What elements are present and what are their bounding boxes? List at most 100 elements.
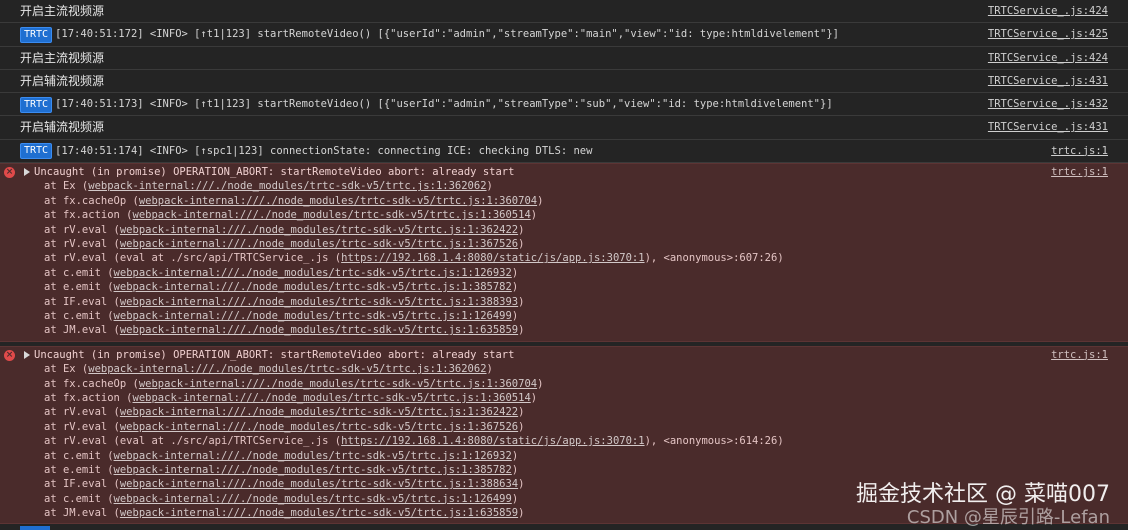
stack-frame: at fx.action (webpack-internal:///./node… bbox=[34, 208, 1108, 222]
stack-frame-link[interactable]: webpack-internal:///./node_modules/trtc-… bbox=[114, 464, 512, 476]
console-log-row: TRTC [17:40:51:173] <INFO> [↑t1|123] star… bbox=[0, 93, 1128, 117]
stack-frame-suffix: ) bbox=[518, 238, 525, 251]
error-block: × Uncaught (in promise) OPERATION_ABORT: … bbox=[0, 163, 1128, 342]
stack-frame-link[interactable]: webpack-internal:///./node_modules/trtc-… bbox=[120, 421, 518, 433]
source-link[interactable]: trtc.js:1 bbox=[1051, 140, 1108, 163]
stack-frame-link[interactable]: webpack-internal:///./node_modules/trtc-… bbox=[88, 180, 486, 192]
trtc-badge: TRTC bbox=[20, 26, 53, 43]
error-icon: × bbox=[4, 349, 15, 361]
stack-frame-caller: at c.emit ( bbox=[44, 266, 114, 279]
stack-frame: at rV.eval (webpack-internal:///./node_m… bbox=[34, 237, 1108, 251]
log-message: [17:40:51:173] <INFO> [↑t1|123] startRem… bbox=[55, 98, 833, 111]
stack-frame-suffix: ) bbox=[518, 406, 525, 419]
stack-frame-link[interactable]: webpack-internal:///./node_modules/trtc-… bbox=[133, 392, 531, 404]
stack-frame-suffix: ) bbox=[486, 363, 493, 376]
stack-frame-link[interactable]: webpack-internal:///./node_modules/trtc-… bbox=[120, 406, 518, 418]
log-message: 开启主流视频源 bbox=[20, 50, 105, 65]
stack-frame-link[interactable]: webpack-internal:///./node_modules/trtc-… bbox=[120, 238, 518, 250]
stack-frame-caller: at JM.eval ( bbox=[44, 324, 120, 337]
source-link[interactable]: TRTCService_.js:431 bbox=[988, 70, 1108, 93]
stack-frame: at rV.eval (webpack-internal:///./node_m… bbox=[34, 223, 1108, 237]
stack-frame-caller: at rV.eval (eval at ./src/api/TRTCServic… bbox=[44, 252, 342, 265]
console-log-row: 开启辅流视频源 TRTCService_.js:431 bbox=[0, 70, 1128, 94]
source-link[interactable]: trtc.js:1 bbox=[1051, 165, 1108, 179]
stack-frame: at IF.eval (webpack-internal:///./node_m… bbox=[34, 295, 1108, 309]
stack-frame-caller: at Ex ( bbox=[44, 180, 89, 193]
stack-frame-suffix: ) bbox=[530, 209, 538, 222]
stack-frame-caller: at c.emit ( bbox=[44, 309, 114, 322]
stack-frame-suffix: ) bbox=[511, 492, 519, 505]
console-panel: 开启主流视频源 TRTCService_.js:424 TRTC [17:40:51:… bbox=[0, 0, 1128, 525]
source-link[interactable]: TRTCService_.js:432 bbox=[988, 93, 1108, 116]
stack-frame: at c.emit (webpack-internal:///./node_mo… bbox=[34, 309, 1108, 323]
stack-frame-link[interactable]: https://192.168.1.4:8080/static/js/app.j… bbox=[341, 435, 644, 447]
stack-frame: at e.emit (webpack-internal:///./node_mo… bbox=[34, 280, 1108, 294]
stack-frame: at JM.eval (webpack-internal:///./node_m… bbox=[34, 323, 1108, 337]
stack-frame-suffix: ) bbox=[518, 324, 525, 337]
stack-frame-link[interactable]: webpack-internal:///./node_modules/trtc-… bbox=[120, 324, 518, 336]
stack-frame: at c.emit (webpack-internal:///./node_mo… bbox=[34, 449, 1108, 463]
stack-frame-link[interactable]: webpack-internal:///./node_modules/trtc-… bbox=[120, 478, 518, 490]
stack-frame-link[interactable]: webpack-internal:///./node_modules/trtc-… bbox=[114, 310, 512, 322]
log-message: [17:40:51:172] <INFO> [↑t1|123] startRem… bbox=[55, 28, 839, 41]
stack-frame: at fx.action (webpack-internal:///./node… bbox=[34, 391, 1108, 405]
error-message: Uncaught (in promise) OPERATION_ABORT: s… bbox=[34, 166, 515, 179]
log-message: 开启辅流视频源 bbox=[20, 120, 105, 135]
trtc-badge-partial bbox=[20, 526, 50, 530]
stack-frame: at Ex (webpack-internal:///./node_module… bbox=[34, 179, 1108, 193]
stack-frame-suffix: ) bbox=[530, 391, 538, 404]
stack-frame: at fx.cacheOp (webpack-internal:///./nod… bbox=[34, 377, 1108, 391]
source-link[interactable]: TRTCService_.js:431 bbox=[988, 116, 1108, 139]
stack-frame-link[interactable]: webpack-internal:///./node_modules/trtc-… bbox=[88, 363, 486, 375]
trtc-badge: TRTC bbox=[20, 143, 53, 160]
stack-frame-link[interactable]: webpack-internal:///./node_modules/trtc-… bbox=[114, 450, 512, 462]
stack-frame-suffix: ) bbox=[537, 377, 544, 390]
error-block: × Uncaught (in promise) OPERATION_ABORT: … bbox=[0, 345, 1128, 525]
stack-frame-suffix: ) bbox=[518, 295, 525, 308]
stack-frame-caller: at Ex ( bbox=[44, 363, 89, 376]
stack-frame-suffix: ) bbox=[486, 180, 493, 193]
source-link[interactable]: TRTCService_.js:424 bbox=[988, 47, 1108, 70]
stack-frame-caller: at fx.action ( bbox=[44, 209, 133, 222]
stack-frame-link[interactable]: webpack-internal:///./node_modules/trtc-… bbox=[114, 267, 512, 279]
console-log-row: 开启主流视频源 TRTCService_.js:424 bbox=[0, 47, 1128, 70]
log-message: [17:40:51:174] <INFO> [↑spc1|123] connec… bbox=[55, 144, 593, 157]
source-link[interactable]: TRTCService_.js:425 bbox=[988, 23, 1108, 46]
console-log-row: TRTC [17:40:51:172] <INFO> [↑t1|123] star… bbox=[0, 23, 1128, 47]
stack-frame: at c.emit (webpack-internal:///./node_mo… bbox=[34, 266, 1108, 280]
stack-frame-suffix: ) bbox=[511, 281, 519, 294]
stack-frame-suffix: ) bbox=[518, 507, 525, 520]
stack-frame-caller: at rV.eval ( bbox=[44, 406, 120, 419]
stack-frame-caller: at JM.eval ( bbox=[44, 507, 120, 520]
stack-frame-caller: at c.emit ( bbox=[44, 449, 114, 462]
stack-frame-caller: at e.emit ( bbox=[44, 463, 114, 476]
source-link[interactable]: trtc.js:1 bbox=[1051, 348, 1108, 362]
stack-frame-link[interactable]: webpack-internal:///./node_modules/trtc-… bbox=[120, 507, 518, 519]
error-icon: × bbox=[4, 167, 15, 179]
stack-frame-caller: at fx.cacheOp ( bbox=[44, 194, 139, 207]
stack-frame-suffix: ) bbox=[511, 463, 519, 476]
stack-frame-link[interactable]: webpack-internal:///./node_modules/trtc-… bbox=[120, 296, 518, 308]
console-log-row: 开启辅流视频源 TRTCService_.js:431 bbox=[0, 116, 1128, 140]
stack-frame-link[interactable]: webpack-internal:///./node_modules/trtc-… bbox=[139, 195, 537, 207]
stack-frame-link[interactable]: webpack-internal:///./node_modules/trtc-… bbox=[114, 281, 512, 293]
source-link[interactable]: TRTCService_.js:424 bbox=[988, 0, 1108, 23]
stack-frame-caller: at rV.eval ( bbox=[44, 238, 120, 251]
stack-frame-link[interactable]: webpack-internal:///./node_modules/trtc-… bbox=[133, 209, 531, 221]
stack-frame-suffix: ), <anonymous>:614:26) bbox=[644, 435, 784, 448]
stack-frame-link[interactable]: webpack-internal:///./node_modules/trtc-… bbox=[114, 493, 512, 505]
stack-frame-suffix: ) bbox=[511, 449, 519, 462]
stack-frame-caller: at fx.cacheOp ( bbox=[44, 377, 139, 390]
stack-frame: at IF.eval (webpack-internal:///./node_m… bbox=[34, 477, 1108, 491]
stack-frame-caller: at rV.eval ( bbox=[44, 420, 120, 433]
stack-frame-link[interactable]: https://192.168.1.4:8080/static/js/app.j… bbox=[341, 252, 644, 264]
stack-frame-caller: at rV.eval (eval at ./src/api/TRTCServic… bbox=[44, 435, 342, 448]
trtc-badge: TRTC bbox=[20, 96, 53, 113]
log-message: 开启主流视频源 bbox=[20, 4, 105, 18]
expand-triangle-icon[interactable] bbox=[24, 168, 30, 177]
stack-frame-link[interactable]: webpack-internal:///./node_modules/trtc-… bbox=[120, 224, 518, 236]
expand-triangle-icon[interactable] bbox=[24, 350, 30, 359]
stack-frame-suffix: ) bbox=[518, 420, 525, 433]
stack-frame-link[interactable]: webpack-internal:///./node_modules/trtc-… bbox=[139, 378, 537, 390]
error-message: Uncaught (in promise) OPERATION_ABORT: s… bbox=[34, 348, 515, 361]
